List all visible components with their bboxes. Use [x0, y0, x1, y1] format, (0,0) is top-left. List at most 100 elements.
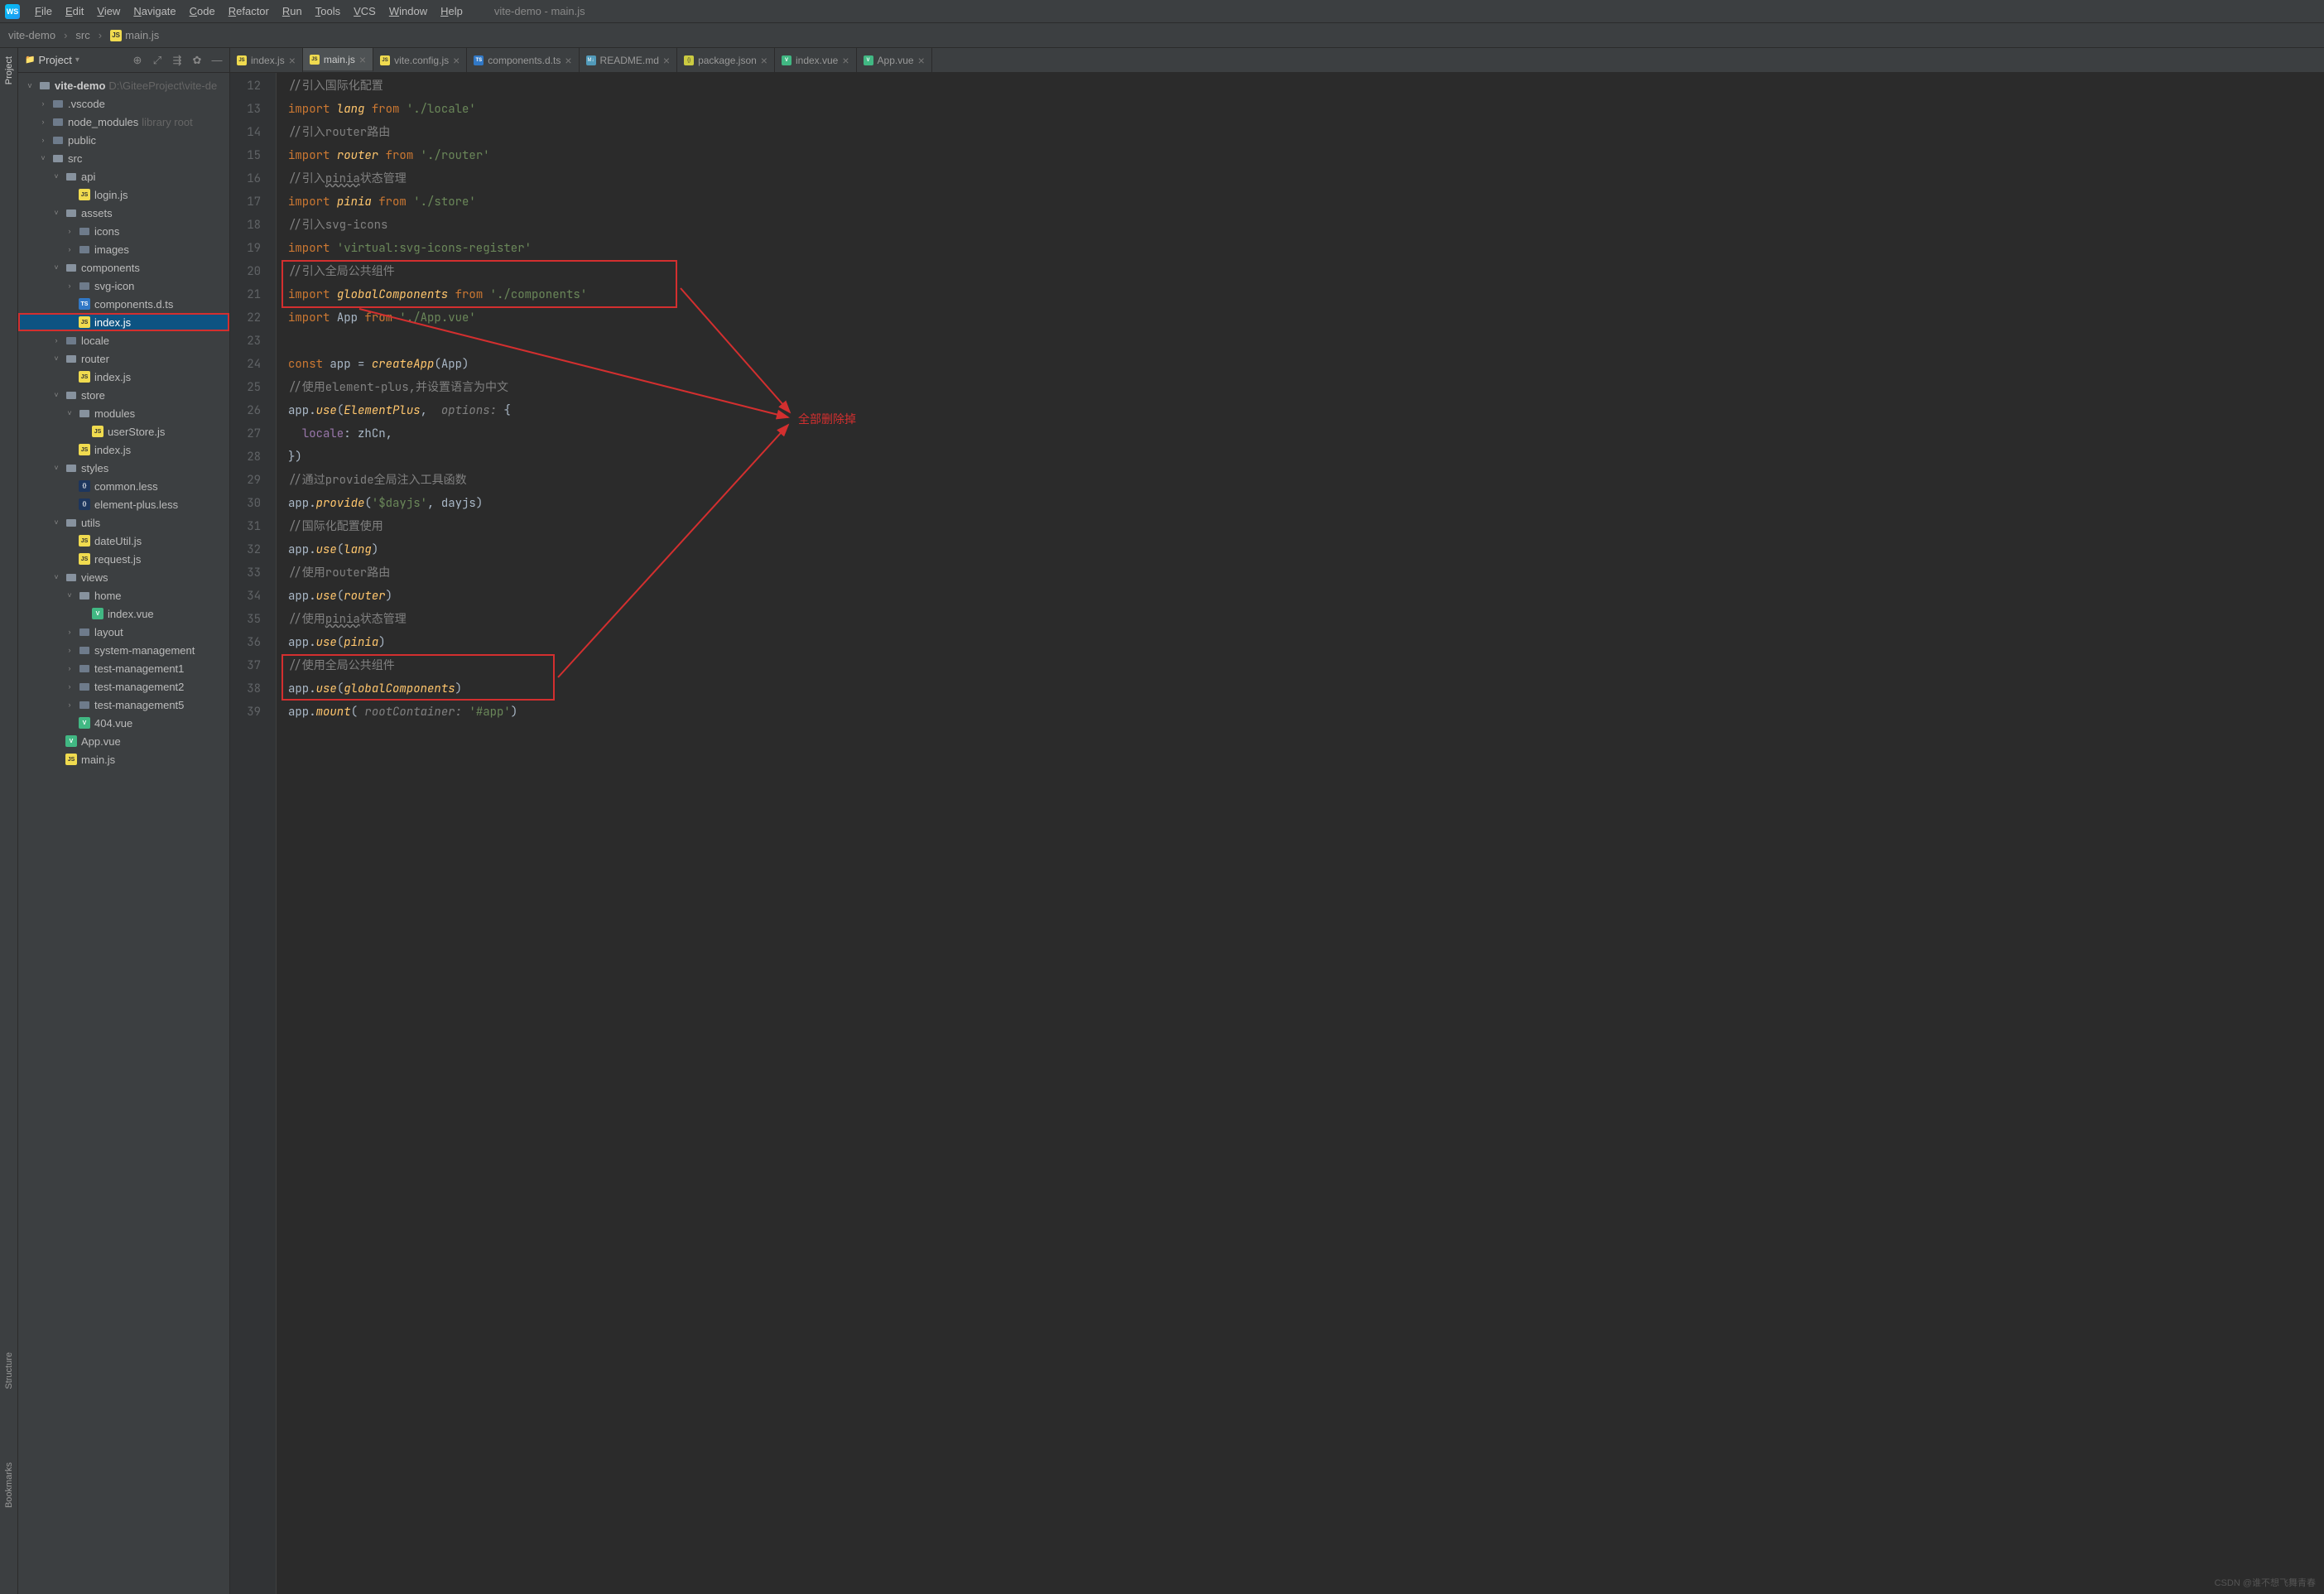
menu-tools[interactable]: Tools: [309, 3, 347, 19]
code-line[interactable]: app.use(router): [277, 585, 2324, 608]
tree-item[interactable]: VApp.vue: [18, 732, 229, 750]
tree-item[interactable]: ˅utils: [18, 513, 229, 532]
code-line[interactable]: [277, 330, 2324, 353]
project-tree[interactable]: vvite-demoD:\GiteeProject\vite-de›.vscod…: [18, 73, 229, 1594]
menu-help[interactable]: Help: [434, 3, 469, 19]
code-line[interactable]: import lang from './locale': [277, 98, 2324, 121]
code-line[interactable]: import 'virtual:svg-icons-register': [277, 237, 2324, 260]
tree-item[interactable]: ›svg-icon: [18, 277, 229, 295]
hide-icon[interactable]: —: [211, 55, 223, 66]
tree-item[interactable]: ˅assets: [18, 204, 229, 222]
menu-view[interactable]: View: [90, 3, 127, 19]
tree-item[interactable]: ˅router: [18, 349, 229, 368]
tree-item[interactable]: {}common.less: [18, 477, 229, 495]
menu-edit[interactable]: Edit: [59, 3, 90, 19]
close-tab-icon[interactable]: ×: [289, 54, 296, 67]
tree-item[interactable]: ›test-management1: [18, 659, 229, 677]
tree-item[interactable]: ˅api: [18, 167, 229, 185]
tree-item[interactable]: Vindex.vue: [18, 604, 229, 623]
tree-item[interactable]: ›locale: [18, 331, 229, 349]
code-line[interactable]: const app = createApp(App): [277, 353, 2324, 376]
editor-tab[interactable]: {}package.json×: [677, 48, 775, 72]
tree-item[interactable]: JSindex.js: [18, 441, 229, 459]
tree-item[interactable]: JSrequest.js: [18, 550, 229, 568]
tree-item[interactable]: ›layout: [18, 623, 229, 641]
code-line[interactable]: locale: zhCn,: [277, 422, 2324, 445]
code-line[interactable]: //引入svg-icons: [277, 214, 2324, 237]
close-tab-icon[interactable]: ×: [761, 54, 767, 67]
editor-tab[interactable]: JSvite.config.js×: [373, 48, 467, 72]
code-line[interactable]: import pinia from './store': [277, 190, 2324, 214]
code-line[interactable]: app.use(lang): [277, 538, 2324, 561]
close-tab-icon[interactable]: ×: [565, 54, 571, 67]
tree-item[interactable]: JSindex.js: [18, 368, 229, 386]
close-tab-icon[interactable]: ×: [842, 54, 849, 67]
code-editor[interactable]: 1213141516171819202122232425262728293031…: [230, 73, 2324, 1594]
tree-item[interactable]: ›system-management: [18, 641, 229, 659]
tree-item[interactable]: JSlogin.js: [18, 185, 229, 204]
code-line[interactable]: import router from './router': [277, 144, 2324, 167]
tree-item[interactable]: ˅views: [18, 568, 229, 586]
tree-item[interactable]: JSuserStore.js: [18, 422, 229, 441]
select-opened-file-icon[interactable]: ⊕: [132, 55, 143, 66]
code-line[interactable]: app.mount( rootContainer: '#app'): [277, 701, 2324, 724]
menu-vcs[interactable]: VCS: [347, 3, 383, 19]
close-tab-icon[interactable]: ×: [453, 54, 460, 67]
code-line[interactable]: //通过provide全局注入工具函数: [277, 469, 2324, 492]
tree-item[interactable]: ˅home: [18, 586, 229, 604]
editor-tab[interactable]: JSmain.js×: [303, 48, 373, 72]
tree-item[interactable]: ›test-management2: [18, 677, 229, 696]
tree-item[interactable]: ˅components: [18, 258, 229, 277]
code-line[interactable]: //引入全局公共组件: [277, 260, 2324, 283]
breadcrumb-root[interactable]: vite-demo: [8, 29, 55, 41]
tree-item[interactable]: ˅src: [18, 149, 229, 167]
code-line[interactable]: //使用全局公共组件: [277, 654, 2324, 677]
tree-item[interactable]: ›public: [18, 131, 229, 149]
editor-tab[interactable]: JSindex.js×: [230, 48, 303, 72]
tree-item[interactable]: JSmain.js: [18, 750, 229, 768]
breadcrumb[interactable]: vite-demo src JS main.js: [8, 29, 159, 41]
code-line[interactable]: //引入router路由: [277, 121, 2324, 144]
code-line[interactable]: app.use(globalComponents): [277, 677, 2324, 701]
tool-tab-bookmarks[interactable]: Bookmarks: [2, 1459, 16, 1511]
tree-item[interactable]: ›.vscode: [18, 94, 229, 113]
tree-item[interactable]: JSindex.js: [18, 313, 229, 331]
menu-refactor[interactable]: Refactor: [222, 3, 276, 19]
editor-tab[interactable]: TScomponents.d.ts×: [467, 48, 579, 72]
close-tab-icon[interactable]: ×: [918, 54, 925, 67]
tree-item[interactable]: ˅styles: [18, 459, 229, 477]
editor-tab[interactable]: Vindex.vue×: [775, 48, 857, 72]
menu-run[interactable]: Run: [276, 3, 309, 19]
editor-tab[interactable]: M↓README.md×: [580, 48, 678, 72]
menu-navigate[interactable]: Navigate: [127, 3, 182, 19]
code-line[interactable]: import App from './App.vue': [277, 306, 2324, 330]
tree-item[interactable]: ˅store: [18, 386, 229, 404]
code-line[interactable]: //使用router路由: [277, 561, 2324, 585]
menu-code[interactable]: Code: [183, 3, 222, 19]
code-line[interactable]: //使用pinia状态管理: [277, 608, 2324, 631]
breadcrumb-src[interactable]: src: [75, 29, 89, 41]
close-tab-icon[interactable]: ×: [359, 53, 366, 66]
code-line[interactable]: app.provide('$dayjs', dayjs): [277, 492, 2324, 515]
code-line[interactable]: }): [277, 445, 2324, 469]
tool-tab-project[interactable]: Project: [2, 53, 16, 88]
code-line[interactable]: import globalComponents from './componen…: [277, 283, 2324, 306]
project-pane-title[interactable]: Project ▾: [25, 54, 125, 66]
tree-root[interactable]: vvite-demoD:\GiteeProject\vite-de: [18, 76, 229, 94]
tree-item[interactable]: ˅modules: [18, 404, 229, 422]
code-line[interactable]: //引入pinia状态管理: [277, 167, 2324, 190]
tree-item[interactable]: TScomponents.d.ts: [18, 295, 229, 313]
code-line[interactable]: //国际化配置使用: [277, 515, 2324, 538]
code-line[interactable]: app.use(pinia): [277, 631, 2324, 654]
code-line[interactable]: //使用element-plus,并设置语言为中文: [277, 376, 2324, 399]
breadcrumb-file[interactable]: main.js: [125, 29, 159, 41]
tree-item[interactable]: V404.vue: [18, 714, 229, 732]
tree-item[interactable]: {}element-plus.less: [18, 495, 229, 513]
tree-item[interactable]: ›test-management5: [18, 696, 229, 714]
tool-tab-structure[interactable]: Structure: [2, 1349, 16, 1393]
tree-item[interactable]: ›node_moduleslibrary root: [18, 113, 229, 131]
tree-item[interactable]: JSdateUtil.js: [18, 532, 229, 550]
editor-tab[interactable]: VApp.vue×: [857, 48, 932, 72]
menu-window[interactable]: Window: [383, 3, 434, 19]
menu-file[interactable]: File: [28, 3, 59, 19]
